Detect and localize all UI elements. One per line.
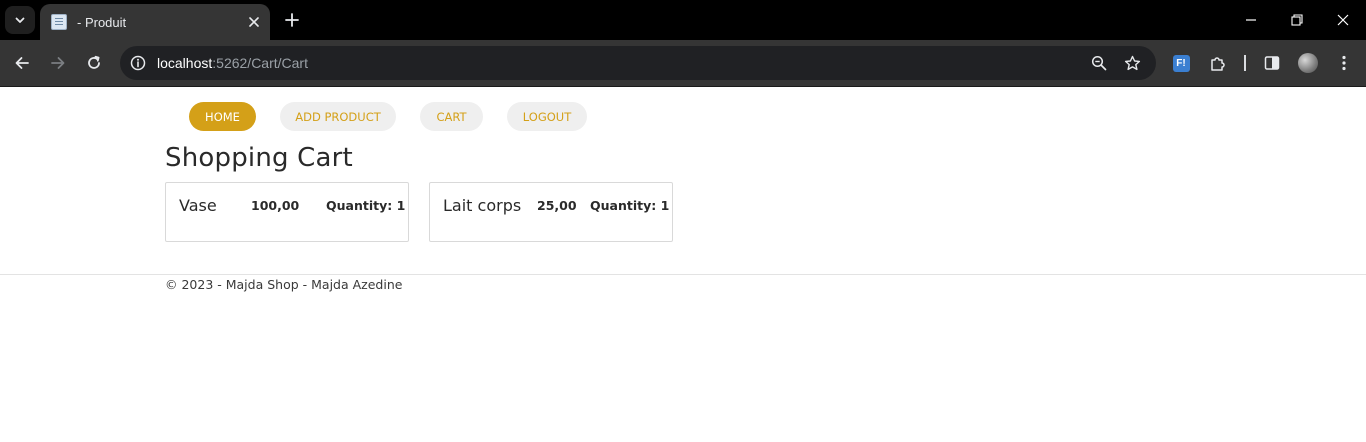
- cart-item-price: 25,00: [537, 198, 577, 213]
- nav-add-product-link[interactable]: ADD PRODUCT: [280, 102, 396, 131]
- profile-button[interactable]: [1295, 50, 1321, 76]
- nav-logout-link[interactable]: LOGOUT: [507, 102, 587, 131]
- more-vertical-icon: [1342, 55, 1346, 71]
- tab-search-button[interactable]: [5, 6, 35, 34]
- avatar: [1298, 53, 1318, 73]
- plus-icon: [285, 13, 299, 27]
- close-icon: [249, 17, 259, 27]
- bookmark-button[interactable]: [1120, 51, 1144, 75]
- url-path: :5262/Cart/Cart: [212, 55, 308, 71]
- restore-icon: [1291, 14, 1303, 26]
- url-host: localhost: [157, 55, 213, 71]
- side-panel-button[interactable]: [1259, 50, 1285, 76]
- cart-item-name: Vase: [179, 196, 217, 215]
- footer-divider: [0, 274, 1366, 275]
- star-icon: [1124, 55, 1140, 70]
- new-tab-button[interactable]: [280, 8, 304, 32]
- browser-tab-active[interactable]: - Produit: [40, 4, 270, 40]
- extension-button[interactable]: F!: [1168, 50, 1194, 76]
- cart-item-card: Lait corps 25,00 Quantity: 1: [429, 182, 673, 242]
- zoom-out-icon: [1091, 55, 1107, 71]
- cart-item-quantity: Quantity: 1: [326, 198, 406, 213]
- minimize-button[interactable]: [1228, 6, 1274, 34]
- chevron-down-icon: [14, 11, 26, 30]
- extension-icon: F!: [1172, 54, 1190, 72]
- window-close-button[interactable]: [1320, 6, 1366, 34]
- puzzle-icon: [1211, 57, 1225, 71]
- minimize-icon: [1246, 19, 1256, 21]
- page-favicon-icon: [51, 14, 67, 30]
- main-nav: HOME ADD PRODUCT CART LOGOUT: [189, 102, 611, 131]
- restore-button[interactable]: [1274, 6, 1320, 34]
- browser-toolbar: localhost:5262/Cart/Cart F!: [0, 40, 1366, 87]
- toolbar-divider: [1244, 55, 1246, 71]
- browser-titlebar: - Produit: [0, 0, 1366, 40]
- extensions-menu-button[interactable]: [1205, 50, 1231, 76]
- url-text[interactable]: localhost:5262/Cart/Cart: [157, 46, 308, 80]
- info-icon: [130, 55, 146, 71]
- side-panel-icon: [1264, 56, 1280, 70]
- tab-title: - Produit: [77, 14, 127, 30]
- arrow-left-icon: [15, 57, 29, 69]
- cart-item-card: Vase 100,00 Quantity: 1: [165, 182, 409, 242]
- tab-close-button[interactable]: [244, 12, 264, 32]
- close-icon: [1337, 14, 1349, 26]
- arrow-right-icon: [51, 57, 65, 69]
- page-content: HOME ADD PRODUCT CART LOGOUT Shopping Ca…: [0, 87, 1366, 442]
- browser-menu-button[interactable]: [1331, 50, 1357, 76]
- footer-copyright: © 2023 - Majda Shop - Majda Azedine: [165, 277, 403, 292]
- back-button[interactable]: [8, 49, 36, 77]
- address-bar[interactable]: localhost:5262/Cart/Cart: [120, 46, 1156, 80]
- site-info-button[interactable]: [126, 51, 150, 75]
- cart-item-name: Lait corps: [443, 196, 522, 215]
- nav-cart-link[interactable]: CART: [420, 102, 483, 131]
- forward-button[interactable]: [44, 49, 72, 77]
- page-title: Shopping Cart: [165, 143, 353, 173]
- cart-item-price: 100,00: [251, 198, 300, 213]
- reload-icon: [88, 55, 100, 69]
- zoom-button[interactable]: [1087, 51, 1111, 75]
- cart-item-quantity: Quantity: 1: [590, 198, 670, 213]
- nav-home-link[interactable]: HOME: [189, 102, 256, 131]
- reload-button[interactable]: [80, 49, 108, 77]
